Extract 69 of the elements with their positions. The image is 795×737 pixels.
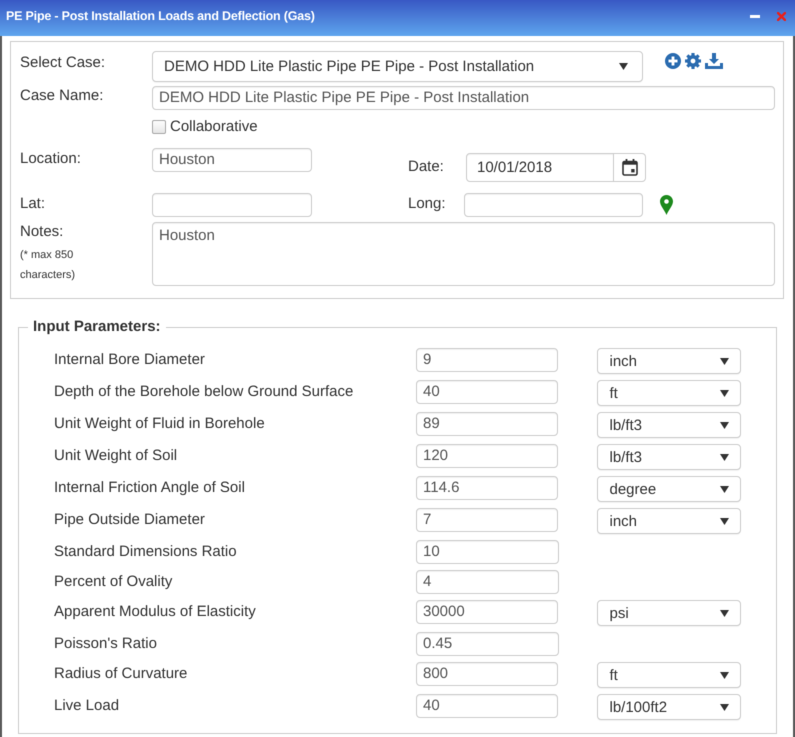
parameter-label: Radius of Curvature — [54, 664, 188, 684]
field-label: Location: — [20, 149, 82, 169]
parameter-label: Pipe Outside Diameter — [54, 510, 206, 530]
value-field[interactable]: 4 — [416, 570, 559, 594]
field-label: Case Name: — [20, 86, 104, 106]
caret-icon — [720, 610, 729, 616]
parameter-label: Internal Bore Diameter — [54, 350, 206, 370]
window-title: PE Pipe - Post Installation Loads and Deflection (Gas) — [6, 9, 316, 23]
parameter-label: Live Load — [54, 696, 120, 716]
notes-field[interactable]: Houston — [152, 222, 775, 286]
value-field[interactable]: 0.45 — [416, 632, 559, 656]
parameter-label: Percent of Ovality — [54, 572, 174, 592]
value-field[interactable]: 114.6 — [416, 476, 558, 500]
value-field[interactable]: 30000 — [416, 600, 558, 624]
parameter-label: Apparent Modulus of Elasticity — [54, 602, 257, 622]
calendar-button[interactable] — [614, 153, 646, 182]
location-field[interactable]: Houston — [152, 148, 312, 172]
settings-icon[interactable] — [685, 53, 701, 69]
value-field[interactable]: 40 — [416, 694, 558, 718]
unit-select[interactable]: ft — [597, 662, 741, 688]
map-pin-icon[interactable] — [660, 195, 673, 215]
case-select[interactable]: DEMO HDD Lite Plastic Pipe PE Pipe - Post Installation — [152, 51, 643, 82]
caret-icon — [720, 454, 729, 460]
value-field[interactable]: 40 — [416, 380, 558, 404]
caret-icon — [720, 704, 729, 710]
value-field[interactable]: 120 — [416, 444, 558, 468]
caret-icon — [720, 486, 729, 492]
field-label: Lat: — [20, 194, 46, 214]
caret-icon — [720, 390, 729, 396]
caret-icon — [720, 672, 729, 678]
caret-icon — [720, 358, 729, 364]
unit-select[interactable]: lb/ft3 — [597, 444, 741, 470]
field-label: Notes: — [20, 222, 64, 242]
value-field[interactable]: 10 — [416, 540, 559, 564]
unit-select[interactable]: inch — [597, 508, 741, 534]
unit-select[interactable]: lb/100ft2 — [597, 694, 741, 720]
unit-select[interactable]: ft — [597, 380, 741, 406]
parameter-label: Internal Friction Angle of Soil — [54, 478, 246, 498]
parameter-label: Unit Weight of Soil — [54, 446, 178, 466]
field-label: Long: — [408, 194, 447, 214]
parameter-label: Standard Dimensions Ratio — [54, 542, 238, 562]
value-field[interactable]: 9 — [416, 348, 558, 372]
character-limit-hint: (* max 850 characters) — [20, 248, 76, 283]
caret-icon — [619, 63, 628, 70]
collaborative-checkbox[interactable] — [152, 120, 166, 134]
value-field[interactable]: 7 — [416, 508, 558, 532]
add-icon[interactable] — [665, 53, 681, 69]
download-icon[interactable] — [705, 53, 723, 69]
date-field[interactable]: 10/01/2018 — [466, 153, 614, 182]
value-field[interactable]: 800 — [416, 662, 558, 686]
parameter-label: Depth of the Borehole below Ground Surface — [54, 382, 354, 402]
field-label: Date: — [408, 156, 445, 176]
unit-select[interactable]: inch — [597, 348, 741, 374]
parameter-label: Poisson's Ratio — [54, 634, 158, 654]
parameter-label: Unit Weight of Fluid in Borehole — [54, 414, 266, 434]
unit-select[interactable]: lb/ft3 — [597, 412, 741, 438]
checkbox-label[interactable]: Collaborative — [170, 119, 258, 135]
caret-icon — [720, 422, 729, 428]
value-field[interactable]: 89 — [416, 412, 558, 436]
field-label: Select Case: — [20, 53, 106, 73]
lat-field[interactable] — [152, 193, 312, 217]
caret-icon — [720, 518, 729, 524]
unit-select[interactable]: degree — [597, 476, 741, 502]
long-field[interactable] — [464, 193, 643, 217]
section-title: Input Parameters: — [32, 318, 162, 336]
calendar-icon — [622, 159, 638, 176]
case-name-field[interactable]: DEMO HDD Lite Plastic Pipe PE Pipe - Post Installation — [152, 86, 775, 110]
minimize-icon[interactable] — [750, 14, 760, 18]
unit-select[interactable]: psi — [597, 600, 741, 626]
